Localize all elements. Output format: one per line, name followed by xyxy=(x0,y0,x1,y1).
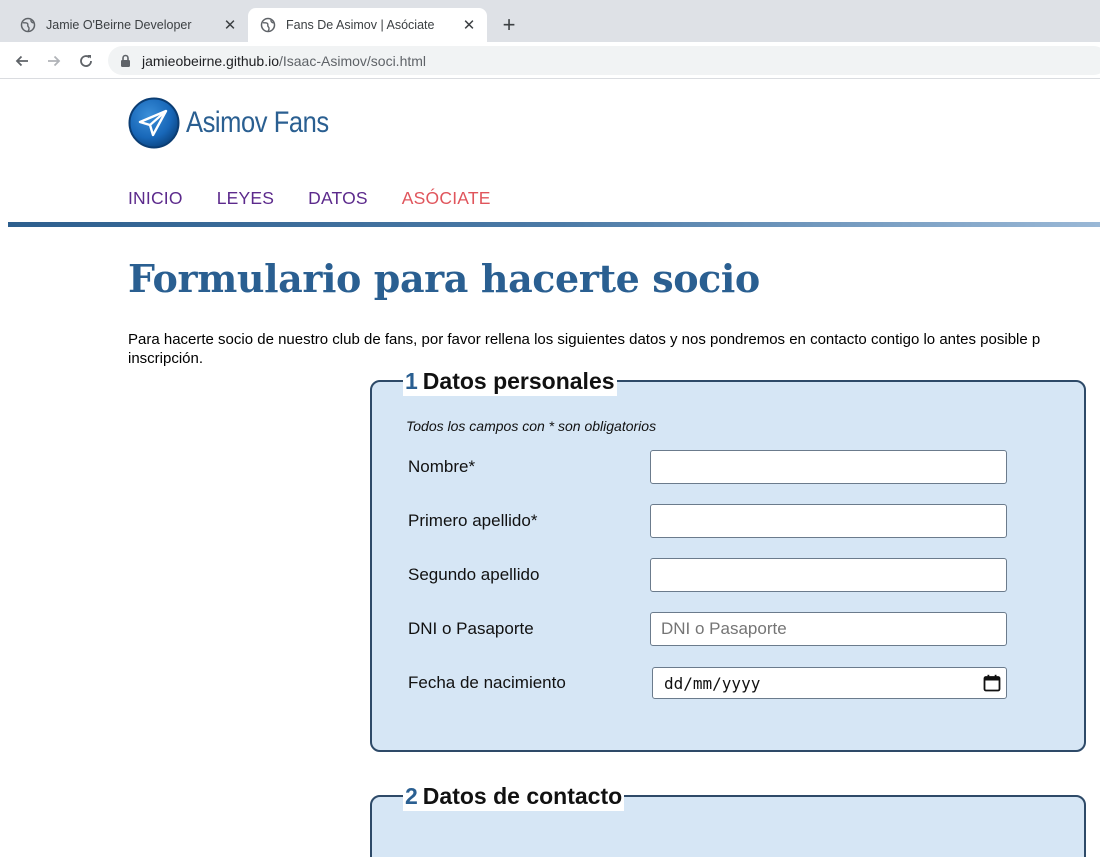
nav-item-asociate[interactable]: ASÓCIATE xyxy=(402,188,491,209)
calendar-icon[interactable] xyxy=(982,673,1002,693)
primer-apellido-label: Primero apellido* xyxy=(408,511,538,530)
forward-arrow-icon[interactable] xyxy=(42,49,66,73)
dni-label: DNI o Pasaporte xyxy=(408,619,534,638)
url-path: /Isaac-Asimov/soci.html xyxy=(278,52,427,69)
date-placeholder: dd/mm/yyyy xyxy=(664,673,761,693)
browser-tab-1[interactable]: Jamie O'Beirne Developer ✕ xyxy=(8,8,248,42)
section-number: 2 xyxy=(405,783,418,809)
section-legend: 1 Datos personales xyxy=(403,366,617,396)
browser-tab-strip: Jamie O'Beirne Developer ✕ Fans De Asimo… xyxy=(0,0,1100,42)
form-row-dni: DNI o Pasaporte xyxy=(408,612,1008,646)
fieldset-datos-contacto: 2 Datos de contacto xyxy=(370,781,1086,857)
site-logo[interactable]: Asimov Fans xyxy=(128,97,354,149)
fecha-nacimiento-label: Fecha de nacimiento xyxy=(408,673,566,692)
section-title: Datos de contacto xyxy=(422,783,623,809)
form-row-segundo-apellido: Segundo apellido xyxy=(408,558,1008,592)
main-nav: INICIO LEYES DATOS ASÓCIATE xyxy=(128,188,525,209)
intro-text: Para hacerte socio de nuestro club de fa… xyxy=(128,330,1100,368)
browser-toolbar: jamieobeirne.github.io/Isaac-Asimov/soci… xyxy=(0,42,1100,79)
header-divider xyxy=(8,222,1100,227)
logo-text: Asimov Fans xyxy=(186,106,329,139)
segundo-apellido-label: Segundo apellido xyxy=(408,565,540,584)
segundo-apellido-input[interactable] xyxy=(650,558,1007,592)
fecha-nacimiento-input[interactable]: dd/mm/yyyy xyxy=(652,667,1007,699)
intro-line-1: Para hacerte socio de nuestro club de fa… xyxy=(128,331,1041,348)
address-bar[interactable]: jamieobeirne.github.io/Isaac-Asimov/soci… xyxy=(108,46,1100,75)
section-title: Datos personales xyxy=(422,368,615,394)
reload-icon[interactable] xyxy=(74,49,98,73)
form-row-nombre: Nombre* xyxy=(408,450,1008,484)
form-row-fecha-nacimiento: Fecha de nacimiento dd/mm/yyyy xyxy=(408,666,1008,700)
intro-line-2: inscripción. xyxy=(128,350,204,367)
section-legend: 2 Datos de contacto xyxy=(403,781,625,811)
close-tab-icon[interactable]: ✕ xyxy=(459,15,479,35)
nav-item-inicio[interactable]: INICIO xyxy=(128,188,183,209)
page-viewport: Asimov Fans INICIO LEYES DATOS ASÓCIATE … xyxy=(0,80,1100,857)
close-tab-icon[interactable]: ✕ xyxy=(220,15,240,35)
url-text: jamieobeirne.github.io/Isaac-Asimov/soci… xyxy=(142,53,426,69)
tab-title: Jamie O'Beirne Developer xyxy=(46,18,192,32)
globe-icon xyxy=(20,17,36,33)
nav-item-leyes[interactable]: LEYES xyxy=(217,188,274,209)
primer-apellido-input[interactable] xyxy=(650,504,1007,538)
fieldset-datos-personales: 1 Datos personales Todos los campos con *… xyxy=(370,366,1086,752)
nombre-label: Nombre* xyxy=(408,457,476,476)
tab-title: Fans De Asimov | Asóciate xyxy=(286,18,435,32)
page-title: Formulario para hacerte socio xyxy=(128,256,760,301)
required-fields-note: Todos los campos con * son obligatorios xyxy=(406,418,657,434)
back-arrow-icon[interactable] xyxy=(10,49,34,73)
lock-icon xyxy=(120,54,134,68)
nombre-input[interactable] xyxy=(650,450,1007,484)
browser-tab-2[interactable]: Fans De Asimov | Asóciate ✕ xyxy=(248,8,487,42)
globe-icon xyxy=(260,17,276,33)
dni-input[interactable] xyxy=(650,612,1007,646)
form-row-primer-apellido: Primero apellido* xyxy=(408,504,1008,538)
url-host: jamieobeirne.github.io xyxy=(142,52,279,69)
nav-item-datos[interactable]: DATOS xyxy=(308,188,368,209)
new-tab-plus-icon[interactable]: + xyxy=(497,12,521,37)
paper-plane-logo-icon xyxy=(128,97,180,149)
section-number: 1 xyxy=(405,368,418,394)
